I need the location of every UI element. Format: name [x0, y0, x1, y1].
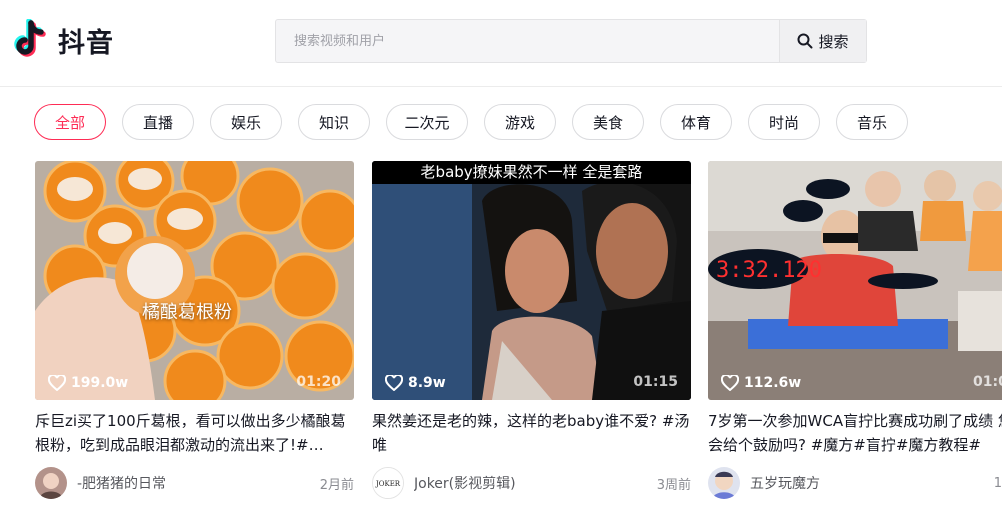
- like-count-text: 112.6w: [744, 375, 801, 391]
- tab-food[interactable]: 美食: [572, 104, 644, 140]
- video-duration: 01:15: [633, 374, 678, 390]
- video-meta: 五岁玩魔方 1: [708, 467, 1002, 499]
- like-count-text: 199.0w: [71, 375, 128, 391]
- tab-label: 美食: [593, 112, 623, 133]
- heart-icon: [385, 375, 403, 391]
- author-avatar[interactable]: [35, 467, 67, 499]
- video-duration: 01:0: [973, 374, 1002, 390]
- author-avatar[interactable]: [708, 467, 740, 499]
- tab-label: 娱乐: [231, 112, 261, 133]
- author-name[interactable]: -肥猪猪的日常: [77, 473, 320, 493]
- tab-entertainment[interactable]: 娱乐: [210, 104, 282, 140]
- tab-label: 音乐: [857, 112, 887, 133]
- timer-display: 3:32.120: [716, 258, 822, 283]
- video-thumbnail[interactable]: 3:32.120 112.6w 01:0: [708, 161, 1002, 400]
- like-count: 8.9w: [385, 375, 446, 391]
- tab-games[interactable]: 游戏: [484, 104, 556, 140]
- tab-label: 全部: [55, 112, 85, 133]
- video-card[interactable]: 3:32.120 112.6w 01:0 7岁第一次参加WCA盲拧比赛成功刷了成…: [708, 161, 1002, 499]
- search-button[interactable]: 搜索: [779, 20, 866, 62]
- logo-text: 抖音: [58, 21, 114, 60]
- tab-live[interactable]: 直播: [122, 104, 194, 140]
- top-header: 抖音 搜索: [0, 0, 1002, 87]
- video-thumbnail[interactable]: 橘酿葛根粉 199.0w 01:20: [35, 161, 354, 400]
- thumbnail-caption: 橘酿葛根粉: [142, 298, 232, 324]
- heart-icon: [721, 375, 739, 391]
- post-time: 3周前: [657, 474, 691, 493]
- search-input[interactable]: [276, 20, 779, 62]
- like-count: 199.0w: [48, 375, 128, 391]
- search-button-label: 搜索: [818, 31, 848, 52]
- author-name[interactable]: Joker(影视剪辑): [414, 473, 657, 493]
- tab-knowledge[interactable]: 知识: [298, 104, 370, 140]
- tab-label: 游戏: [505, 112, 535, 133]
- avatar-image: JOKER: [373, 468, 403, 498]
- search-box: 搜索: [275, 19, 867, 63]
- video-duration: 01:20: [296, 374, 341, 390]
- category-tabs: 全部 直播 娱乐 知识 二次元 游戏 美食 体育 时尚 音乐: [34, 104, 924, 140]
- tab-label: 时尚: [769, 112, 799, 133]
- tab-label: 直播: [143, 112, 173, 133]
- like-count-text: 8.9w: [408, 375, 446, 391]
- video-card[interactable]: 老baby撩妹果然不一样 全是套路 8.9w 01:15 果然姜还是老的辣，这样…: [372, 161, 691, 499]
- logo[interactable]: 抖音: [14, 19, 114, 61]
- avatar-image: [708, 467, 740, 499]
- video-title[interactable]: 7岁第一次参加WCA盲拧比赛成功刷了成绩 您会给个鼓励吗? #魔方#盲拧#魔方教…: [708, 409, 1002, 457]
- tab-label: 体育: [681, 112, 711, 133]
- douyin-logo-icon: [14, 19, 50, 61]
- author-name[interactable]: 五岁玩魔方: [750, 473, 994, 493]
- tab-anime[interactable]: 二次元: [386, 104, 468, 140]
- heart-icon: [48, 375, 66, 391]
- like-count: 112.6w: [721, 375, 801, 391]
- post-time: 1: [994, 476, 1002, 491]
- tab-label: 二次元: [404, 112, 449, 133]
- tab-label: 知识: [319, 112, 349, 133]
- tab-music[interactable]: 音乐: [836, 104, 908, 140]
- tab-all[interactable]: 全部: [34, 104, 106, 140]
- video-title[interactable]: 斥巨zi买了100斤葛根，看可以做出多少橘酿葛根粉，吃到成品眼泪都激动的流出来了…: [35, 409, 354, 457]
- post-time: 2月前: [320, 474, 354, 493]
- video-title[interactable]: 果然姜还是老的辣，这样的老baby谁不爱? #汤唯: [372, 409, 691, 457]
- author-avatar[interactable]: JOKER: [372, 467, 404, 499]
- tab-fashion[interactable]: 时尚: [748, 104, 820, 140]
- tab-sports[interactable]: 体育: [660, 104, 732, 140]
- video-meta: -肥猪猪的日常 2月前: [35, 467, 354, 499]
- avatar-image: [35, 467, 67, 499]
- search-icon: [797, 33, 813, 49]
- food-thumbnail-art: [35, 161, 354, 400]
- movie-thumbnail-art: [372, 161, 691, 400]
- thumbnail-banner: 老baby撩妹果然不一样 全是套路: [372, 161, 691, 184]
- video-thumbnail[interactable]: 老baby撩妹果然不一样 全是套路 8.9w 01:15: [372, 161, 691, 400]
- video-card[interactable]: 橘酿葛根粉 199.0w 01:20 斥巨zi买了100斤葛根，看可以做出多少橘…: [35, 161, 354, 499]
- avatar-logo-text: JOKER: [375, 480, 401, 488]
- video-meta: JOKER Joker(影视剪辑) 3周前: [372, 467, 691, 499]
